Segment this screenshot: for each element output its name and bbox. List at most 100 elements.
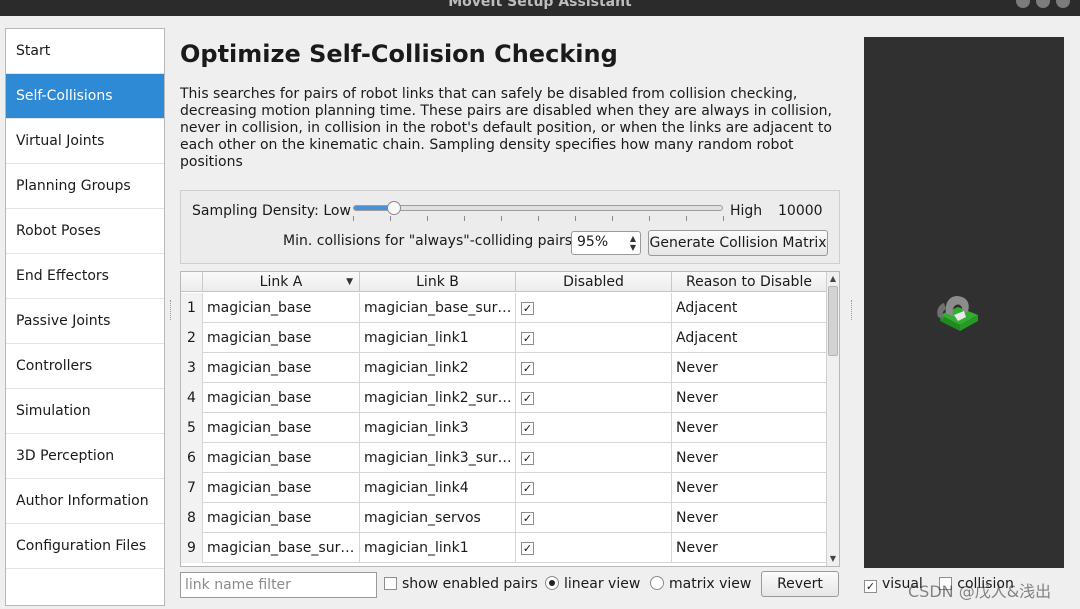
sort-down-icon: ▼ xyxy=(346,277,353,287)
reason-cell: Never xyxy=(672,473,827,503)
row-number: 6 xyxy=(181,443,203,473)
slider-tick xyxy=(538,216,539,221)
collision-table: Link A ▼ Link B Disabled Reason to Disab… xyxy=(180,271,840,567)
sidebar-item-start[interactable]: Start xyxy=(6,29,164,74)
disabled-cell: ✓ xyxy=(516,533,672,563)
table-row[interactable]: 8 magician_base magician_servos ✓ Never xyxy=(181,503,827,533)
sampling-density-value: 10000 xyxy=(778,203,823,219)
sidebar-item-passive-joints[interactable]: Passive Joints xyxy=(6,299,164,344)
title-bar: MoveIt Setup Assistant xyxy=(0,0,1080,16)
disabled-checkbox[interactable]: ✓ xyxy=(521,332,534,345)
disabled-checkbox[interactable]: ✓ xyxy=(521,482,534,495)
table-scrollbar[interactable]: ▲ ▼ xyxy=(826,272,839,566)
disabled-checkbox[interactable]: ✓ xyxy=(521,362,534,375)
sidebar: Start Self-Collisions Virtual Joints Planni… xyxy=(5,28,165,606)
reason-cell: Never xyxy=(672,443,827,473)
row-number: 9 xyxy=(181,533,203,563)
disabled-checkbox[interactable]: ✓ xyxy=(521,392,534,405)
spinbox-arrows[interactable]: ▲ ▼ xyxy=(628,234,638,252)
generate-collision-matrix-button[interactable]: Generate Collision Matrix xyxy=(648,230,828,256)
row-number: 5 xyxy=(181,413,203,443)
reason-cell: Adjacent xyxy=(672,293,827,323)
table-row[interactable]: 5 magician_base magician_link3 ✓ Never xyxy=(181,413,827,443)
column-header-link-a[interactable]: Link A ▼ xyxy=(203,272,360,292)
disabled-cell: ✓ xyxy=(516,383,672,413)
table-row[interactable]: 1 magician_base magician_base_surf… ✓ Adjace… xyxy=(181,293,827,323)
slider-tick xyxy=(649,216,650,221)
reason-cell: Never xyxy=(672,413,827,443)
linear-view-radio[interactable] xyxy=(545,576,559,590)
sidebar-item-controllers[interactable]: Controllers xyxy=(6,344,164,389)
row-number-header xyxy=(181,272,203,292)
show-enabled-checkbox[interactable] xyxy=(384,577,397,590)
link-b-cell: magician_link1 xyxy=(360,533,516,563)
link-b-cell: magician_base_surf… xyxy=(360,293,516,323)
table-row[interactable]: 9 magician_base_surf… magician_link1 ✓ Never xyxy=(181,533,827,563)
min-collisions-label: Min. collisions for "always"-colliding p… xyxy=(283,233,577,249)
sidebar-item-3d-perception[interactable]: 3D Perception xyxy=(6,434,164,479)
sidebar-item-author-information[interactable]: Author Information xyxy=(6,479,164,524)
link-b-cell: magician_link3_sur… xyxy=(360,443,516,473)
slider-tick xyxy=(723,216,724,221)
column-header-link-b[interactable]: Link B xyxy=(360,272,516,292)
visual-checkbox[interactable]: ✓ xyxy=(864,580,877,593)
matrix-view-option[interactable]: matrix view xyxy=(650,576,751,592)
disabled-checkbox[interactable]: ✓ xyxy=(521,422,534,435)
page-title: Optimize Self-Collision Checking xyxy=(180,40,618,68)
sidebar-item-configuration-files[interactable]: Configuration Files xyxy=(6,524,164,569)
row-number: 3 xyxy=(181,353,203,383)
sidebar-item-virtual-joints[interactable]: Virtual Joints xyxy=(6,119,164,164)
table-row[interactable]: 6 magician_base magician_link3_sur… ✓ Never xyxy=(181,443,827,473)
spin-down-icon[interactable]: ▼ xyxy=(630,243,636,252)
robot-3d-viewport[interactable] xyxy=(864,37,1064,568)
column-header-disabled[interactable]: Disabled xyxy=(516,272,672,292)
disabled-checkbox[interactable]: ✓ xyxy=(521,542,534,555)
spin-up-icon[interactable]: ▲ xyxy=(630,234,636,243)
disabled-cell: ✓ xyxy=(516,293,672,323)
link-b-cell: magician_link1 xyxy=(360,323,516,353)
linear-view-option[interactable]: linear view xyxy=(545,576,640,592)
sidebar-item-planning-groups[interactable]: Planning Groups xyxy=(6,164,164,209)
link-a-cell: magician_base xyxy=(203,323,360,353)
link-a-cell: magician_base xyxy=(203,413,360,443)
sidebar-item-robot-poses[interactable]: Robot Poses xyxy=(6,209,164,254)
matrix-view-radio[interactable] xyxy=(650,576,664,590)
disabled-checkbox[interactable]: ✓ xyxy=(521,452,534,465)
main-panel: Optimize Self-Collision Checking This se… xyxy=(180,28,840,606)
revert-button[interactable]: Revert xyxy=(761,571,839,597)
disabled-checkbox[interactable]: ✓ xyxy=(521,302,534,315)
link-name-filter-input[interactable] xyxy=(180,572,377,598)
disabled-checkbox[interactable]: ✓ xyxy=(521,512,534,525)
linear-view-label: linear view xyxy=(564,576,641,592)
scroll-up-icon[interactable]: ▲ xyxy=(827,273,839,285)
link-a-cell: magician_base xyxy=(203,353,360,383)
sidebar-item-self-collisions[interactable]: Self-Collisions xyxy=(6,74,164,119)
link-a-cell: magician_base xyxy=(203,473,360,503)
table-header: Link A ▼ Link B Disabled Reason to Disab… xyxy=(181,272,827,292)
sidebar-item-end-effectors[interactable]: End Effectors xyxy=(6,254,164,299)
column-header-reason[interactable]: Reason to Disable xyxy=(672,272,827,292)
slider-tick xyxy=(427,216,428,221)
min-collisions-spinbox[interactable]: 95% ▲ ▼ xyxy=(571,231,641,255)
splitter-right[interactable] xyxy=(851,300,854,320)
column-header-label: Link A xyxy=(259,274,303,290)
robot-model-icon xyxy=(937,295,978,331)
slider-tick xyxy=(575,216,576,221)
scrollbar-thumb[interactable] xyxy=(828,286,838,356)
link-a-cell: magician_base xyxy=(203,383,360,413)
link-a-cell: magician_base xyxy=(203,443,360,473)
show-enabled-pairs-toggle[interactable]: show enabled pairs xyxy=(384,576,538,592)
table-row[interactable]: 7 magician_base magician_link4 ✓ Never xyxy=(181,473,827,503)
table-row[interactable]: 3 magician_base magician_link2 ✓ Never xyxy=(181,353,827,383)
sidebar-item-simulation[interactable]: Simulation xyxy=(6,389,164,434)
splitter-left[interactable] xyxy=(170,300,173,320)
sampling-high-label: High xyxy=(730,203,763,219)
row-number: 7 xyxy=(181,473,203,503)
scroll-down-icon[interactable]: ▼ xyxy=(827,553,839,565)
sampling-density-slider[interactable] xyxy=(353,201,723,215)
slider-tick xyxy=(464,216,465,221)
row-number: 1 xyxy=(181,293,203,323)
table-row[interactable]: 2 magician_base magician_link1 ✓ Adjacent xyxy=(181,323,827,353)
table-row[interactable]: 4 magician_base magician_link2_sur… ✓ Never xyxy=(181,383,827,413)
slider-handle[interactable] xyxy=(387,201,402,215)
